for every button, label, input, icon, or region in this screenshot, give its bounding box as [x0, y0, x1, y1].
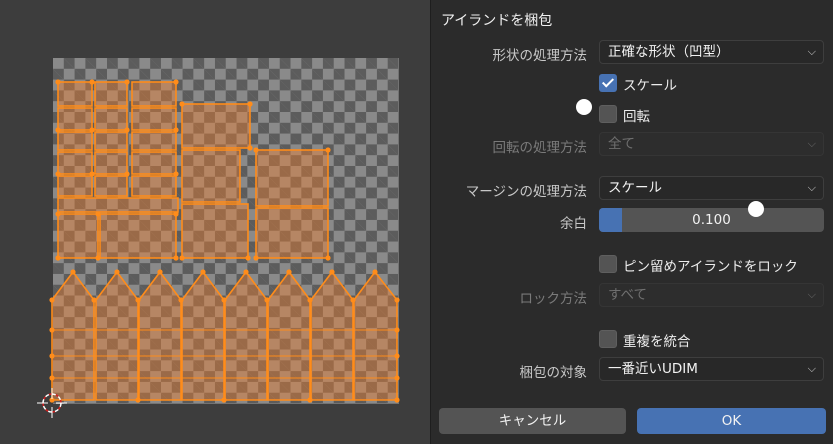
- lock-method-value: すべて: [608, 287, 648, 303]
- cancel-button[interactable]: キャンセル: [439, 408, 626, 434]
- margin-method-dropdown[interactable]: スケール ⌵: [599, 176, 824, 200]
- shape-method-label: 形状の処理方法: [492, 48, 588, 64]
- chevron-down-icon: ⌵: [807, 362, 816, 375]
- margin-method-label: マージンの処理方法: [465, 184, 587, 200]
- pack-to-value: 一番近いUDIM: [608, 361, 698, 377]
- pack-islands-panel: アイランドを梱包 形状の処理方法 正確な形状（凹型） ⌵ スケール 回転 回転の…: [430, 0, 833, 444]
- merge-overlap-checkbox[interactable]: [599, 330, 617, 348]
- margin-slider[interactable]: 0.100: [599, 208, 824, 232]
- lock-pinned-label[interactable]: ピン留めアイランドをロック: [623, 255, 798, 275]
- chevron-down-icon: ⌵: [807, 137, 816, 150]
- shape-method-value: 正確な形状（凹型）: [608, 44, 730, 60]
- merge-overlap-label[interactable]: 重複を統合: [623, 330, 691, 350]
- touch-indicator: [576, 99, 592, 115]
- rotate-method-value: 全て: [608, 136, 635, 152]
- pack-to-label: 梱包の対象: [519, 365, 588, 381]
- rotate-label[interactable]: 回転: [623, 105, 650, 125]
- rotate-method-dropdown: 全て ⌵: [599, 132, 824, 156]
- margin-method-value: スケール: [608, 180, 662, 196]
- uv-islands[interactable]: [0, 0, 430, 444]
- 3d-cursor-icon[interactable]: [37, 388, 67, 418]
- margin-value: 0.100: [692, 212, 731, 228]
- scale-checkbox[interactable]: [599, 74, 617, 92]
- margin-label: 余白: [560, 216, 587, 232]
- uv-editor-viewport[interactable]: [0, 0, 430, 444]
- lock-method-dropdown: すべて ⌵: [599, 283, 824, 307]
- scale-label[interactable]: スケール: [623, 74, 677, 94]
- shape-method-dropdown[interactable]: 正確な形状（凹型） ⌵: [599, 40, 824, 64]
- ok-button[interactable]: OK: [637, 408, 826, 434]
- lock-pinned-checkbox[interactable]: [599, 255, 617, 273]
- chevron-down-icon: ⌵: [807, 45, 816, 58]
- chevron-down-icon: ⌵: [807, 181, 816, 194]
- chevron-down-icon: ⌵: [807, 288, 816, 301]
- lock-method-label: ロック方法: [519, 291, 588, 307]
- touch-indicator: [748, 201, 764, 217]
- pack-to-dropdown[interactable]: 一番近いUDIM ⌵: [599, 357, 824, 381]
- panel-title: アイランドを梱包: [441, 13, 553, 29]
- rotate-method-label: 回転の処理方法: [492, 140, 588, 156]
- rotate-checkbox[interactable]: [599, 105, 617, 123]
